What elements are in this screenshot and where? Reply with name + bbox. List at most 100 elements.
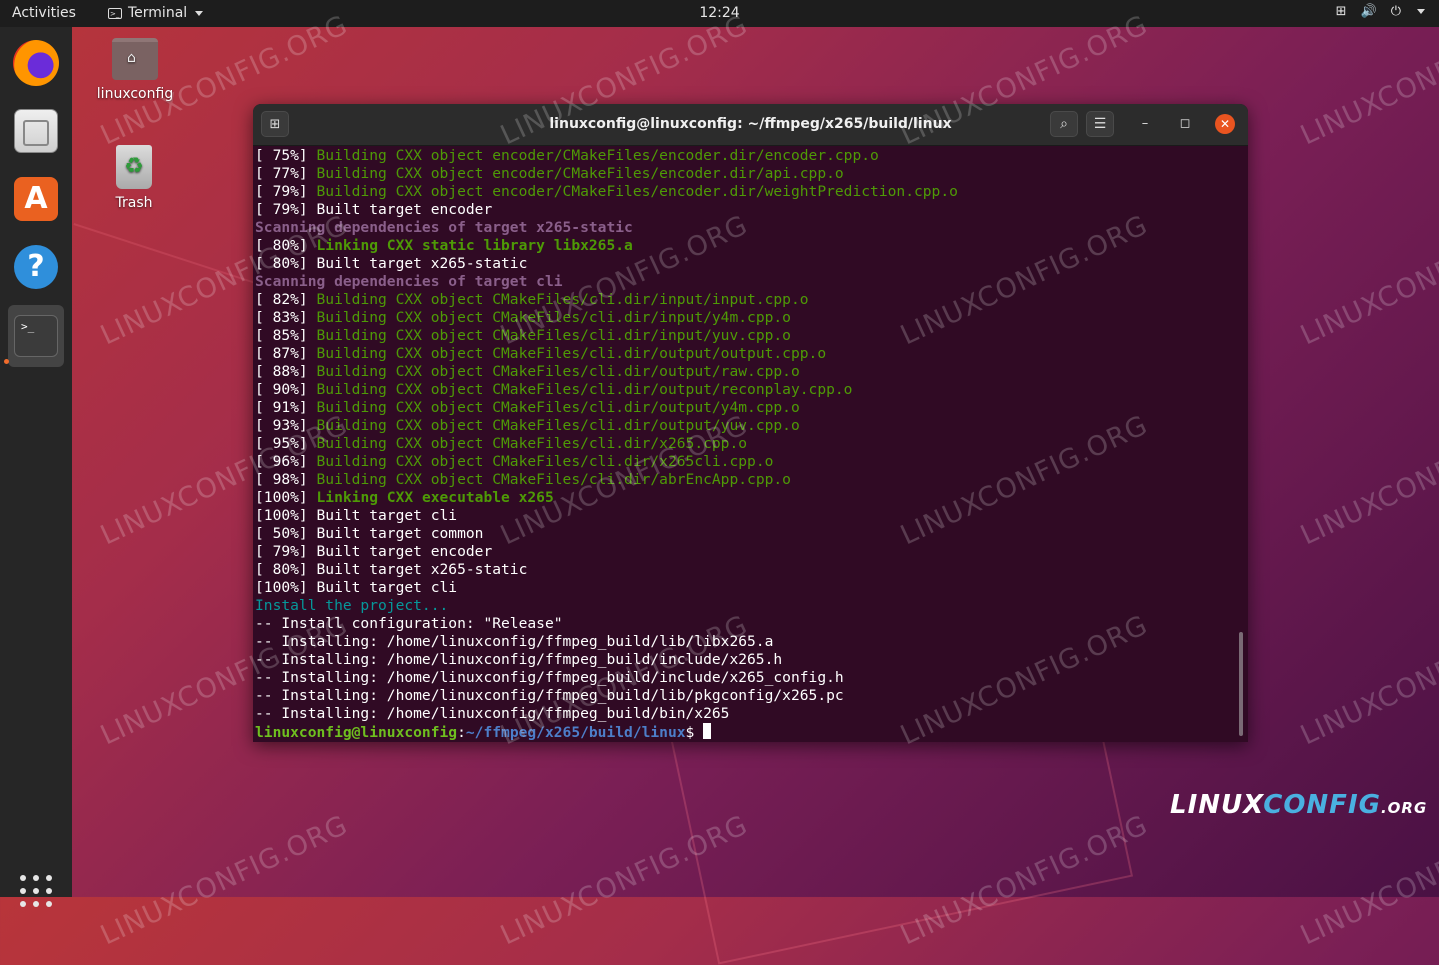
- prompt-separator: :: [457, 724, 466, 741]
- progress-prefix: [ 83%]: [255, 309, 317, 326]
- terminal-line: -- Installing: /home/linuxconfig/ffmpeg_…: [255, 705, 1238, 723]
- progress-prefix: [ 79%]: [255, 201, 317, 218]
- terminal-line: [ 79%] Built target encoder: [255, 543, 1238, 561]
- terminal-line: [ 98%] Building CXX object CMakeFiles/cl…: [255, 471, 1238, 489]
- line-text: Building CXX object CMakeFiles/cli.dir/o…: [316, 363, 800, 380]
- home-folder-icon: ⌂: [112, 38, 158, 80]
- terminal-line: [ 83%] Building CXX object CMakeFiles/cl…: [255, 309, 1238, 327]
- desktop-trash-label: Trash: [115, 195, 153, 211]
- show-apps-icon[interactable]: [20, 875, 52, 907]
- watermark-text: LINUXCONFIG.ORG: [1296, 609, 1439, 752]
- logo-part-a: LINUX: [1170, 790, 1264, 820]
- terminal-line: -- Installing: /home/linuxconfig/ffmpeg_…: [255, 687, 1238, 705]
- line-text: Linking CXX static library libx265.a: [316, 237, 633, 254]
- line-text: Scanning dependencies of target cli: [255, 273, 563, 290]
- window-titlebar[interactable]: ⊞ linuxconfig@linuxconfig: ~/ffmpeg/x265…: [253, 104, 1248, 146]
- search-button[interactable]: ⌕: [1050, 111, 1078, 137]
- scrollbar[interactable]: [1239, 632, 1243, 736]
- search-icon: ⌕: [1060, 116, 1068, 132]
- progress-prefix: [100%]: [255, 507, 317, 524]
- line-text: Building CXX object CMakeFiles/cli.dir/o…: [316, 345, 827, 362]
- logo-part-b: CONFIG: [1263, 790, 1381, 820]
- progress-prefix: [ 79%]: [255, 183, 317, 200]
- progress-prefix: [ 91%]: [255, 399, 317, 416]
- network-icon: ⊞: [1335, 4, 1347, 19]
- progress-prefix: [ 80%]: [255, 561, 317, 578]
- power-icon: ⏻: [1390, 4, 1401, 19]
- progress-prefix: [100%]: [255, 579, 317, 596]
- menu-button[interactable]: ☰: [1086, 111, 1114, 137]
- terminal-line: [ 77%] Building CXX object encoder/CMake…: [255, 165, 1238, 183]
- prompt-symbol: $: [685, 724, 704, 741]
- line-text: Building CXX object CMakeFiles/cli.dir/o…: [316, 399, 800, 416]
- terminal-line: [ 79%] Built target encoder: [255, 201, 1238, 219]
- line-text: Built target common: [316, 525, 484, 542]
- dock-terminal[interactable]: >_: [8, 305, 64, 367]
- progress-prefix: [ 77%]: [255, 165, 317, 182]
- dock-software[interactable]: A: [8, 171, 64, 227]
- watermark-text: LINUXCONFIG.ORG: [1296, 409, 1439, 552]
- linuxconfig-logo: LINUXCONFIG.ORG: [1170, 790, 1427, 820]
- terminal-line: [100%] Built target cli: [255, 507, 1238, 525]
- progress-prefix: [ 88%]: [255, 363, 317, 380]
- line-text: Built target cli: [316, 579, 458, 596]
- terminal-line: [ 80%] Built target x265-static: [255, 561, 1238, 579]
- progress-prefix: [ 82%]: [255, 291, 317, 308]
- terminal-line: [100%] Built target cli: [255, 579, 1238, 597]
- dock-firefox[interactable]: [8, 35, 64, 91]
- terminal-line: [100%] Linking CXX executable x265: [255, 489, 1238, 507]
- logo-part-c: .ORG: [1380, 799, 1428, 817]
- line-text: Building CXX object CMakeFiles/cli.dir/a…: [316, 471, 791, 488]
- terminal-line: [ 82%] Building CXX object CMakeFiles/cl…: [255, 291, 1238, 309]
- trash-icon: ♻: [116, 145, 152, 189]
- terminal-line: [ 75%] Building CXX object encoder/CMake…: [255, 147, 1238, 165]
- progress-prefix: [ 90%]: [255, 381, 317, 398]
- dock: A ? >_: [0, 27, 72, 907]
- terminal-line: -- Installing: /home/linuxconfig/ffmpeg_…: [255, 669, 1238, 687]
- line-text: Built target x265-static: [316, 561, 528, 578]
- line-text: Built target encoder: [316, 543, 493, 560]
- desktop-trash[interactable]: ♻ Trash: [89, 145, 179, 211]
- terminal-icon: >_: [14, 315, 58, 357]
- terminal-line: [ 87%] Building CXX object CMakeFiles/cl…: [255, 345, 1238, 363]
- terminal-line: [ 91%] Building CXX object CMakeFiles/cl…: [255, 399, 1238, 417]
- watermark-text: LINUXCONFIG.ORG: [96, 809, 353, 952]
- line-text: Built target cli: [316, 507, 458, 524]
- running-indicator: [4, 359, 9, 364]
- terminal-line: Scanning dependencies of target cli: [255, 273, 1238, 291]
- watermark-text: LINUXCONFIG.ORG: [1296, 809, 1439, 952]
- progress-prefix: [ 79%]: [255, 543, 317, 560]
- line-text: Built target x265-static: [316, 255, 528, 272]
- terminal-line: [ 79%] Building CXX object encoder/CMake…: [255, 183, 1238, 201]
- line-text: Built target encoder: [316, 201, 493, 218]
- progress-prefix: [100%]: [255, 489, 317, 506]
- progress-prefix: [ 87%]: [255, 345, 317, 362]
- text-cursor: [703, 723, 712, 739]
- terminal-line: [ 90%] Building CXX object CMakeFiles/cl…: [255, 381, 1238, 399]
- line-text: Install the project...: [255, 597, 449, 614]
- shell-prompt[interactable]: linuxconfig@linuxconfig:~/ffmpeg/x265/bu…: [255, 723, 1238, 741]
- close-button[interactable]: ✕: [1215, 114, 1235, 134]
- maximize-button[interactable]: ◻: [1175, 114, 1195, 134]
- watermark-text: LINUXCONFIG.ORG: [1296, 9, 1439, 152]
- line-text: Building CXX object encoder/CMakeFiles/e…: [316, 165, 844, 182]
- terminal-line: Install the project...: [255, 597, 1238, 615]
- progress-prefix: [ 85%]: [255, 327, 317, 344]
- line-text: -- Installing: /home/linuxconfig/ffmpeg_…: [255, 669, 844, 686]
- line-text: Building CXX object CMakeFiles/cli.dir/o…: [316, 381, 853, 398]
- prompt-user: linuxconfig@linuxconfig: [255, 724, 458, 741]
- line-text: -- Installing: /home/linuxconfig/ffmpeg_…: [255, 705, 730, 722]
- dock-help[interactable]: ?: [8, 239, 64, 295]
- watermark-text: LINUXCONFIG.ORG: [1296, 209, 1439, 352]
- volume-icon: 🔊: [1360, 4, 1377, 19]
- help-icon: ?: [14, 245, 58, 289]
- line-text: Building CXX object encoder/CMakeFiles/e…: [316, 147, 879, 164]
- chevron-down-icon: [1417, 9, 1425, 14]
- firefox-icon: [13, 40, 59, 86]
- dock-files[interactable]: [8, 103, 64, 159]
- minimize-button[interactable]: –: [1135, 114, 1155, 134]
- line-text: Linking CXX executable x265: [316, 489, 554, 506]
- files-icon: [14, 109, 58, 153]
- terminal-line: [ 88%] Building CXX object CMakeFiles/cl…: [255, 363, 1238, 381]
- system-tray[interactable]: ⊞ 🔊 ⏻: [1336, 4, 1425, 19]
